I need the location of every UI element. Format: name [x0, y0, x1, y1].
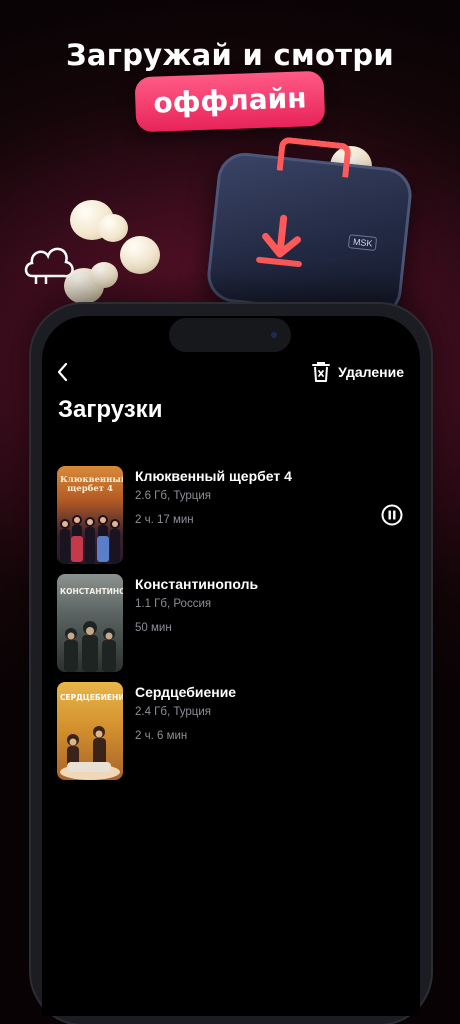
dynamic-island — [169, 318, 291, 352]
downloads-screen: Удаление Загрузки Клюквенный щербет 4 Кл… — [42, 316, 420, 1016]
back-button[interactable] — [54, 360, 74, 384]
item-duration: 2 ч. 6 мин — [135, 730, 188, 742]
item-details: Клюквенный щербет 4 2.6 Гб, Турция 2 ч. … — [135, 468, 292, 526]
item-info: 1.1 Гб, Россия — [135, 598, 212, 610]
chevron-left-icon — [57, 362, 68, 382]
pause-icon — [381, 504, 403, 526]
item-duration: 50 мин — [135, 622, 172, 634]
item-duration: 2 ч. 17 мин — [135, 514, 194, 526]
download-arrow-icon — [256, 214, 302, 268]
item-details: Сердцебиение 2.4 Гб, Турция 2 ч. 6 мин — [135, 684, 236, 742]
poster-cast-art — [64, 621, 116, 672]
case-label: MSK — [348, 234, 378, 252]
trash-x-icon — [312, 362, 331, 382]
poster-title: КОНСТАНТИНОПОЛЬ — [60, 587, 123, 596]
download-case-illustration: MSK — [204, 136, 415, 320]
item-info: 2.4 Гб, Турция — [135, 706, 212, 718]
pause-download-button[interactable] — [381, 504, 403, 526]
poster-image: Клюквенный щербет 4 — [57, 466, 123, 564]
delete-button[interactable]: Удаление — [312, 361, 404, 383]
promo-highlight-badge: оффлайн — [134, 70, 326, 133]
download-item[interactable]: Клюквенный щербет 4 Клюквенный щербет 4 … — [57, 466, 407, 566]
item-details: Константинополь 1.1 Гб, Россия 50 мин — [135, 576, 258, 634]
poster-image: СЕРДЦЕБИЕНИЕ — [57, 682, 123, 780]
download-item[interactable]: КОНСТАНТИНОПОЛЬ Константинополь 1.1 Гб, … — [57, 574, 407, 674]
item-title: Константинополь — [135, 576, 259, 592]
promo-headline: Загружай и смотри — [65, 38, 395, 72]
poster-title: Клюквенный щербет 4 — [60, 475, 123, 494]
item-info: 2.6 Гб, Турция — [135, 490, 212, 502]
download-item[interactable]: СЕРДЦЕБИЕНИЕ Сердцебиение 2.4 Гб, Турция… — [57, 682, 407, 782]
poster-cast-art — [60, 515, 120, 564]
poster-cast-art — [60, 726, 120, 780]
item-title: Сердцебиение — [135, 684, 237, 700]
item-title: Клюквенный щербет 4 — [135, 468, 292, 484]
page-title: Загрузки — [58, 396, 163, 423]
case-handle — [276, 136, 352, 178]
camera-dot — [271, 332, 277, 338]
cloud-doodle-icon — [24, 247, 74, 284]
poster-image: КОНСТАНТИНОПОЛЬ — [57, 574, 123, 672]
delete-label: Удаление — [338, 364, 404, 380]
poster-title: СЕРДЦЕБИЕНИЕ — [60, 693, 123, 702]
